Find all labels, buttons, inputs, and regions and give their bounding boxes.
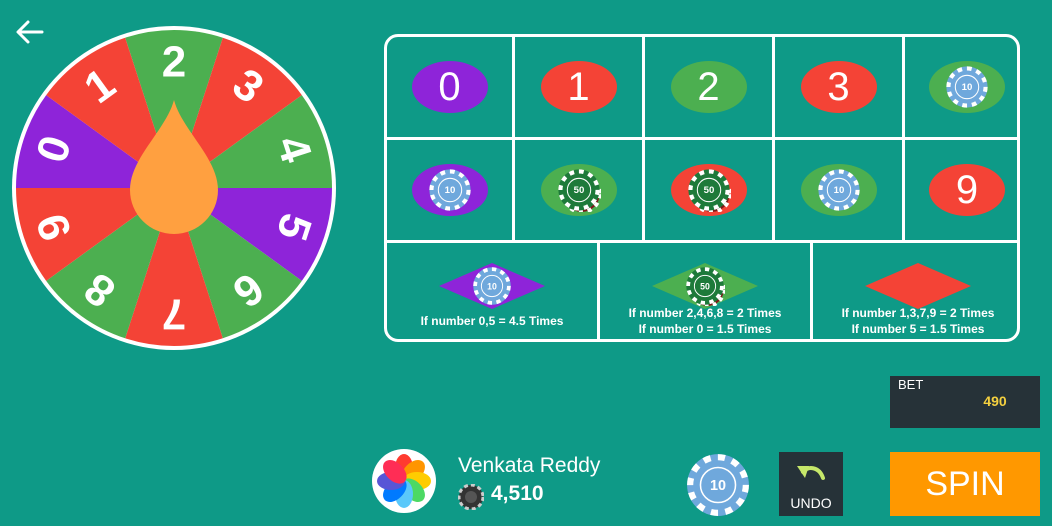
group-bet-cell[interactable]: If number 1,3,7,9 = 2 Times If number 5 =… <box>813 243 1023 342</box>
pinwheel-avatar-icon <box>372 449 436 513</box>
svg-text:50: 50 <box>700 282 710 292</box>
svg-text:10: 10 <box>710 478 726 494</box>
number-oval: 50 <box>670 164 747 216</box>
svg-text:10: 10 <box>487 282 497 292</box>
number-cell[interactable]: 50 <box>645 140 772 240</box>
chip-10-icon: 10 <box>428 169 471 211</box>
undo-button[interactable]: UNDO <box>779 452 843 516</box>
chip-10-icon: 10 <box>817 169 860 211</box>
chip-10-icon: 10 <box>687 454 749 516</box>
number-label: 9 <box>955 167 979 212</box>
chip-10-icon: 10 <box>473 267 511 305</box>
chip-50-icon: 50 <box>687 169 731 212</box>
svg-text:10: 10 <box>962 82 973 93</box>
bet-payout-line1: If number 0,5 = 4.5 Times <box>420 314 564 328</box>
bet-value: 490 <box>983 393 1007 409</box>
bet-total-box: BET 490 <box>890 376 1040 428</box>
number-cell[interactable]: 10 <box>775 140 902 240</box>
number-cell[interactable]: 10 <box>387 140 512 240</box>
bet-payout-line2: If number 5 = 1.5 Times <box>851 322 985 336</box>
undo-arrow-icon <box>797 466 825 480</box>
bet-diamond <box>865 263 971 309</box>
coin-icon <box>458 484 484 510</box>
bet-payout-line2: If number 0 = 1.5 Times <box>638 322 772 336</box>
bet-label: BET <box>898 377 924 392</box>
svg-text:50: 50 <box>703 185 714 196</box>
selected-chip-button[interactable]: 10 <box>685 452 751 518</box>
svg-text:10: 10 <box>833 185 844 196</box>
number-oval: 10 <box>800 164 877 216</box>
number-oval: 2 <box>670 61 747 113</box>
undo-label: UNDO <box>790 495 832 511</box>
number-oval: 0 <box>411 61 488 113</box>
bet-payout-line1: If number 1,3,7,9 = 2 Times <box>841 306 995 320</box>
roulette-wheel: 2 345678901 <box>12 26 336 350</box>
number-oval: 10 <box>411 164 488 216</box>
player-coins: 4,510 <box>491 482 544 505</box>
number-label: 3 <box>827 64 850 109</box>
chip-50-icon: 50 <box>557 169 601 212</box>
wheel-number: 2 <box>162 38 186 87</box>
chip-10-icon: 10 <box>946 66 988 108</box>
betting-board: 0 1 2 3 10 10 50 50 10 9 10 If number 0,5 = 4.5 Tim… <box>384 34 1020 342</box>
number-cell[interactable]: 1 <box>515 37 642 137</box>
number-oval: 3 <box>800 61 877 113</box>
number-cell[interactable]: 10 <box>905 37 1029 137</box>
number-oval: 1 <box>540 61 617 113</box>
number-cell[interactable]: 50 <box>515 140 642 240</box>
number-oval: 50 <box>540 164 617 216</box>
bet-payout-line1: If number 2,4,6,8 = 2 Times <box>628 306 782 320</box>
spin-button[interactable]: SPIN <box>890 452 1040 516</box>
number-cell[interactable]: 9 <box>905 140 1029 240</box>
number-label: 0 <box>438 64 461 109</box>
number-label: 2 <box>697 64 720 109</box>
number-cell[interactable]: 3 <box>775 37 902 137</box>
player-name: Venkata Reddy <box>458 454 601 477</box>
number-oval: 9 <box>929 164 1005 216</box>
chip-50-icon: 50 <box>686 267 725 306</box>
group-bet-cell[interactable]: 10 If number 0,5 = 4.5 Times <box>387 243 597 342</box>
group-bet-cell[interactable]: 50 If number 2,4,6,8 = 2 Times If number 0… <box>600 243 810 342</box>
number-label: 1 <box>567 64 590 109</box>
number-cell[interactable]: 0 <box>387 37 512 137</box>
svg-text:50: 50 <box>573 185 584 196</box>
number-oval: 10 <box>929 61 1005 113</box>
number-cell[interactable]: 2 <box>645 37 772 137</box>
svg-text:10: 10 <box>444 185 455 196</box>
wheel-number: 7 <box>162 290 186 339</box>
